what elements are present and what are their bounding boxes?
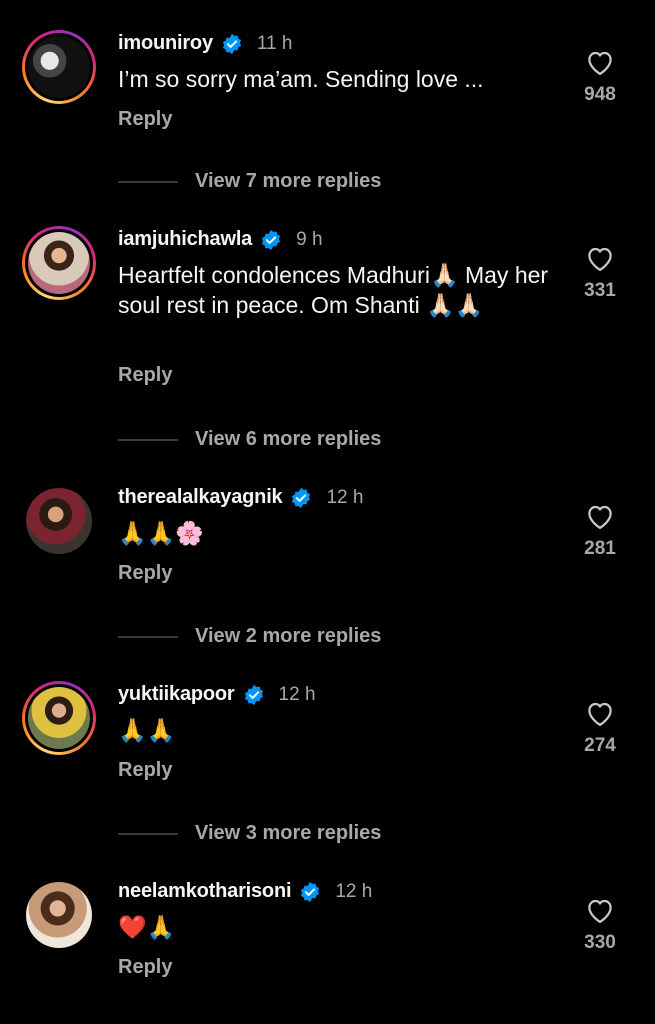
- view-replies-label[interactable]: View 3 more replies: [195, 822, 381, 845]
- view-replies-label[interactable]: View 6 more replies: [195, 428, 381, 451]
- divider: [118, 832, 178, 835]
- like-control[interactable]: 274: [575, 699, 625, 757]
- timestamp: 12 h: [326, 486, 364, 508]
- comment-text: Heartfelt condolences Madhuri🙏🏻 May her …: [118, 262, 549, 318]
- divider: [118, 635, 178, 638]
- username[interactable]: imouniroy: [118, 32, 213, 55]
- heart-outline-icon[interactable]: [585, 48, 615, 76]
- avatar[interactable]: [22, 30, 96, 104]
- like-control[interactable]: 330: [575, 896, 625, 954]
- like-count: 331: [584, 280, 616, 301]
- like-control[interactable]: 281: [575, 502, 625, 560]
- avatar-photo: [28, 687, 90, 749]
- comment-text: 🙏🙏🌸: [118, 520, 204, 546]
- timestamp: 12 h: [335, 880, 373, 902]
- timestamp: 11 h: [256, 32, 293, 54]
- username[interactable]: iamjuhichawla: [118, 228, 252, 251]
- like-count: 330: [584, 932, 616, 953]
- username[interactable]: neelamkotharisoni: [118, 880, 292, 903]
- username[interactable]: therealalkayagnik: [118, 486, 283, 509]
- divider: [118, 438, 178, 441]
- verified-badge-icon: [244, 684, 263, 705]
- heart-outline-icon[interactable]: [585, 699, 615, 727]
- heart-outline-icon[interactable]: [585, 244, 615, 272]
- verified-badge-icon: [292, 487, 311, 508]
- like-count: 281: [584, 538, 616, 559]
- verified-badge-icon: [262, 229, 281, 250]
- reply-button[interactable]: Reply: [118, 562, 172, 585]
- reply-button[interactable]: Reply: [118, 956, 172, 979]
- username[interactable]: yuktiikapoor: [118, 683, 235, 706]
- comment-text: 🙏🙏: [118, 717, 176, 743]
- like-control[interactable]: 948: [575, 48, 625, 106]
- avatar[interactable]: [22, 878, 96, 952]
- view-more-replies[interactable]: View 6 more replies: [118, 428, 381, 451]
- view-replies-label[interactable]: View 2 more replies: [195, 625, 381, 648]
- verified-badge-icon: [301, 881, 320, 902]
- like-control[interactable]: 331: [575, 244, 625, 302]
- view-replies-label[interactable]: View 7 more replies: [195, 170, 381, 193]
- heart-outline-icon[interactable]: [585, 896, 615, 924]
- avatar[interactable]: [22, 484, 96, 558]
- comment-text: I’m so sorry ma’am. Sending love ...: [118, 66, 484, 92]
- avatar[interactable]: [22, 226, 96, 300]
- like-count: 948: [584, 84, 616, 105]
- like-count: 274: [584, 735, 616, 756]
- verified-badge-icon: [222, 33, 241, 54]
- view-more-replies[interactable]: View 2 more replies: [118, 625, 381, 648]
- avatar-photo: [28, 36, 90, 98]
- heart-outline-icon[interactable]: [585, 502, 615, 530]
- comment-text: ❤️🙏: [118, 914, 176, 940]
- divider: [118, 180, 178, 183]
- reply-button[interactable]: Reply: [118, 364, 172, 387]
- reply-button[interactable]: Reply: [118, 759, 172, 782]
- timestamp: 9 h: [296, 228, 323, 250]
- reply-button[interactable]: Reply: [118, 108, 172, 131]
- avatar-photo: [26, 882, 92, 948]
- avatar[interactable]: [22, 681, 96, 755]
- avatar-photo: [28, 232, 90, 294]
- avatar-photo: [26, 488, 92, 554]
- timestamp: 12 h: [278, 683, 316, 705]
- view-more-replies[interactable]: View 7 more replies: [118, 170, 381, 193]
- view-more-replies[interactable]: View 3 more replies: [118, 822, 381, 845]
